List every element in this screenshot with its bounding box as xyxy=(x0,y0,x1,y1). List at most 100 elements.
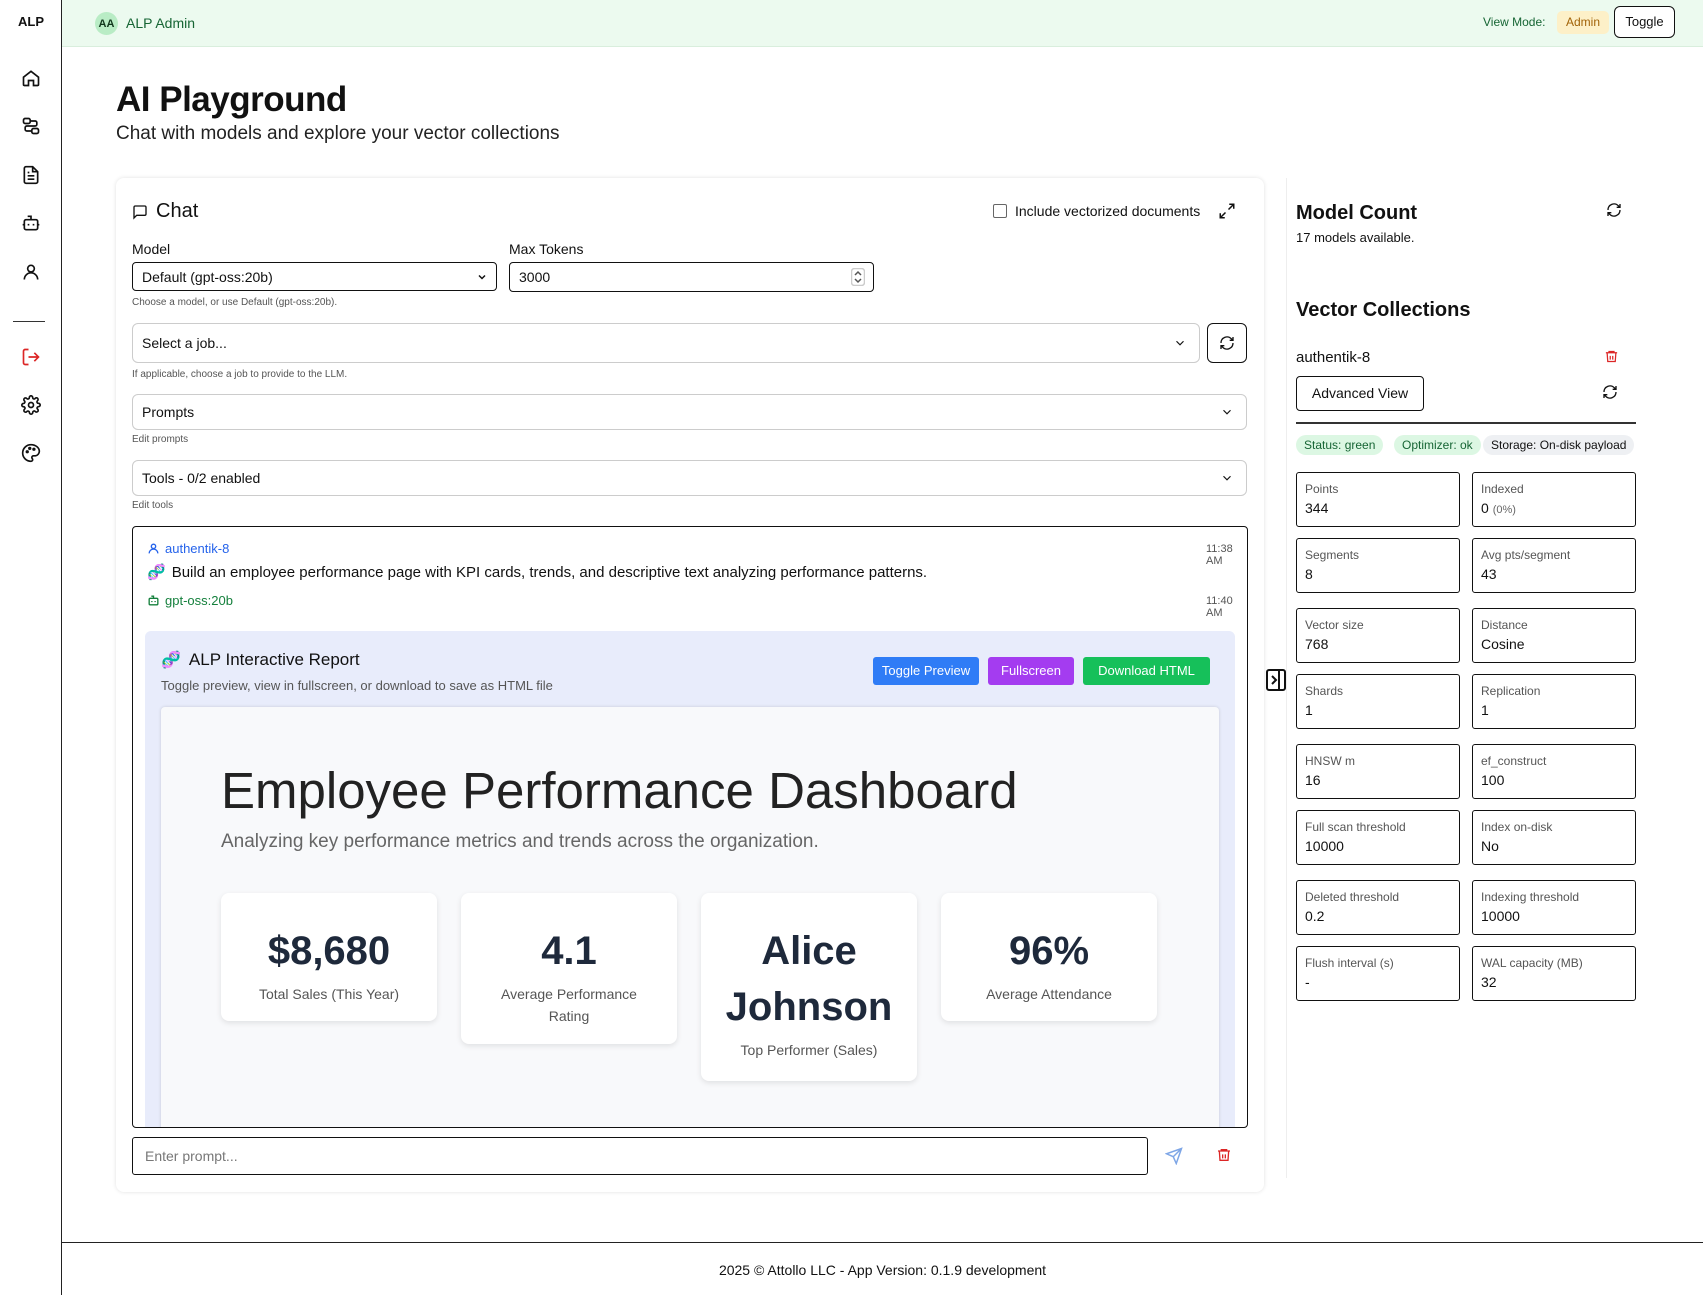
prompt-input[interactable]: Enter prompt... xyxy=(132,1137,1148,1175)
stat-wal-capacity: WAL capacity (MB) 32 xyxy=(1472,946,1636,1001)
kpi-value: $8,680 xyxy=(267,929,391,973)
stepper-icon[interactable] xyxy=(851,268,865,286)
chevron-down-icon xyxy=(1223,409,1231,415)
refresh-icon[interactable] xyxy=(1606,202,1622,218)
page-subtitle: Chat with models and explore your vector… xyxy=(116,123,560,144)
message-time: 11:38 AM xyxy=(1206,543,1233,567)
stat-value: 344 xyxy=(1305,500,1329,516)
stat-indexed: Indexed 0 (0%) xyxy=(1472,472,1636,527)
stat-label: Shards xyxy=(1305,684,1344,698)
stat-points: Points 344 xyxy=(1296,472,1460,527)
job-hint: If applicable, choose a job to provide t… xyxy=(132,369,348,380)
expand-icon[interactable] xyxy=(1218,202,1236,220)
report-preview[interactable]: Employee Performance Dashboard Analyzing… xyxy=(161,707,1219,1127)
download-html-button[interactable]: Download HTML xyxy=(1083,657,1210,685)
include-vectorized-toggle[interactable]: Include vectorized documents xyxy=(993,203,1200,219)
stat-replication: Replication 1 xyxy=(1472,674,1636,729)
user-icon xyxy=(148,543,159,554)
document-icon[interactable] xyxy=(19,163,43,187)
send-icon[interactable] xyxy=(1165,1147,1183,1165)
stat-value: 16 xyxy=(1305,772,1321,788)
stat-value: 1 xyxy=(1305,702,1313,718)
logout-icon[interactable] xyxy=(19,345,43,369)
fullscreen-button[interactable]: Fullscreen xyxy=(988,657,1074,685)
report-subtitle: Toggle preview, view in fullscreen, or d… xyxy=(161,678,553,693)
kpi-card: Alice Johnson Top Performer (Sales) xyxy=(701,893,917,1081)
chat-header: Chat xyxy=(132,200,198,223)
stat-label: Flush interval (s) xyxy=(1305,956,1394,970)
sidebar-divider xyxy=(13,321,45,322)
kpi-value: Alice Johnson xyxy=(725,929,893,1029)
kpi-label: Total Sales (This Year) xyxy=(258,986,400,1002)
model-count-text: 17 models available. xyxy=(1296,230,1415,245)
palette-icon[interactable] xyxy=(19,441,43,465)
top-bar: AA ALP Admin View Mode: Admin Toggle xyxy=(62,0,1703,47)
dashboard-title: Employee Performance Dashboard xyxy=(221,762,1018,819)
optimizer-badge: Optimizer: ok xyxy=(1394,435,1481,455)
chat-card: Chat Include vectorized documents Model … xyxy=(116,178,1264,1192)
prompts-dropdown[interactable]: Prompts xyxy=(132,394,1247,430)
view-mode-label: View Mode: xyxy=(1483,15,1546,29)
panel-collapse-icon[interactable] xyxy=(1266,669,1286,691)
dna-icon: 🧬 xyxy=(161,652,181,669)
user-name: ALP Admin xyxy=(126,15,196,31)
stat-value: Cosine xyxy=(1481,636,1525,652)
job-select-placeholder: Select a job... xyxy=(142,335,227,351)
job-select[interactable]: Select a job... xyxy=(132,323,1200,363)
stat-label: Full scan threshold xyxy=(1305,820,1406,834)
advanced-view-button[interactable]: Advanced View xyxy=(1296,376,1424,411)
message-list[interactable]: authentik-8 11:38 AM 🧬 Build an employee… xyxy=(132,526,1248,1128)
stat-value: 100 xyxy=(1481,772,1505,788)
tools-hint: Edit tools xyxy=(132,500,174,511)
home-icon[interactable] xyxy=(19,66,43,90)
stat-value: 0 xyxy=(1481,500,1489,516)
stat-label: WAL capacity (MB) xyxy=(1481,956,1583,970)
kpi-card: $8,680 Total Sales (This Year) xyxy=(221,893,437,1021)
workflow-icon[interactable] xyxy=(19,114,43,138)
sidebar: ALP xyxy=(0,0,62,1295)
include-vectorized-checkbox[interactable] xyxy=(993,204,1007,218)
view-mode-badge: Admin xyxy=(1557,11,1610,34)
stat-extra: (0%) xyxy=(1492,504,1516,516)
refresh-icon xyxy=(1220,336,1234,350)
report-title: ALP Interactive Report xyxy=(188,650,360,669)
kpi-value: 4.1 xyxy=(541,929,597,973)
bot-icon xyxy=(148,595,159,606)
report-header: 🧬 ALP Interactive Report xyxy=(161,650,360,670)
kpi-label: Average Performance Rating xyxy=(501,986,637,1025)
kpi-value: 96% xyxy=(1008,929,1090,973)
storage-badge: Storage: On-disk payload xyxy=(1483,435,1635,455)
user-icon[interactable] xyxy=(19,260,43,284)
refresh-jobs-button[interactable] xyxy=(1207,323,1247,363)
stat-label: Segments xyxy=(1305,548,1360,562)
stat-label: Avg pts/segment xyxy=(1481,548,1571,562)
toggle-preview-button[interactable]: Toggle Preview xyxy=(873,657,979,685)
kpi-card: 4.1 Average Performance Rating xyxy=(461,893,677,1044)
message-author-name: authentik-8 xyxy=(165,541,230,556)
gear-icon[interactable] xyxy=(19,393,43,417)
model-select[interactable]: Default (gpt-oss:20b) xyxy=(132,262,497,291)
chat-title: Chat xyxy=(156,200,199,222)
chevron-down-icon xyxy=(1223,475,1231,481)
stat-label: Replication xyxy=(1481,684,1541,698)
dashboard-subtitle: Analyzing key performance metrics and tr… xyxy=(221,831,819,852)
max-tokens-input[interactable]: 3000 xyxy=(509,262,874,292)
stat-value: 10000 xyxy=(1305,838,1344,854)
trash-icon[interactable] xyxy=(1604,349,1619,364)
stat-deleted-threshold: Deleted threshold 0.2 xyxy=(1296,880,1460,935)
kpi-label: Average Attendance xyxy=(986,986,1112,1002)
avatar[interactable]: AA xyxy=(95,12,118,35)
trash-icon[interactable] xyxy=(1216,1147,1232,1163)
stat-label: Vector size xyxy=(1305,618,1364,632)
chevron-down-icon xyxy=(1176,340,1184,346)
model-hint: Choose a model, or use Default (gpt-oss:… xyxy=(132,297,338,308)
stat-label: Indexed xyxy=(1481,482,1524,496)
refresh-icon[interactable] xyxy=(1602,384,1618,400)
max-tokens-value: 3000 xyxy=(519,269,551,285)
stat-label: Distance xyxy=(1481,618,1528,632)
bot-icon[interactable] xyxy=(19,211,43,235)
toggle-view-mode-button[interactable]: Toggle xyxy=(1614,6,1675,38)
message-author-name: gpt-oss:20b xyxy=(165,593,233,608)
message-author-model: gpt-oss:20b xyxy=(147,593,233,608)
tools-dropdown[interactable]: Tools - 0/2 enabled xyxy=(132,460,1247,496)
